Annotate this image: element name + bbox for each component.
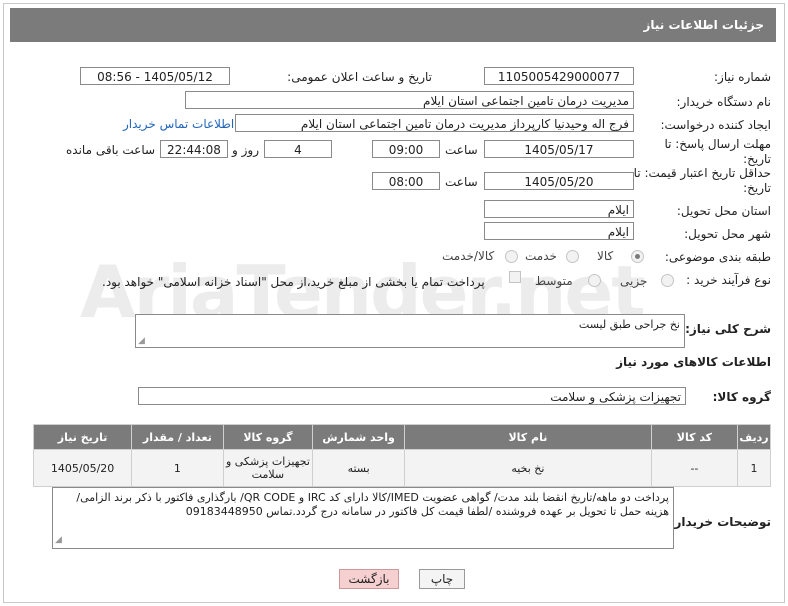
province-field: ایلام: [484, 200, 634, 218]
description-text: نخ جراحی طبق لیست: [578, 318, 680, 331]
reply-time-label: ساعت: [445, 143, 478, 157]
description-label: شرح کلی نیاز:: [685, 322, 771, 336]
goods-group-field: تجهیزات پزشکی و سلامت: [138, 387, 686, 405]
buyer-notes-text: پرداخت دو ماهه/تاریخ انقضا بلند مدت/ گوا…: [76, 491, 669, 518]
need-number-label: شماره نیاز:: [714, 70, 771, 84]
col-header-group: گروه کالا: [222, 424, 314, 450]
category-goods-service-label: کالا/خدمت: [442, 249, 495, 263]
days-label: روز و: [232, 143, 259, 157]
cell-row-number: 1: [737, 449, 771, 487]
announce-label: تاریخ و ساعت اعلان عمومی:: [287, 70, 432, 84]
creator-label: ایجاد کننده درخواست:: [660, 118, 771, 132]
goods-group-label: گروه کالا:: [712, 390, 771, 404]
buyer-org-label: نام دستگاه خریدار:: [676, 95, 772, 109]
city-field: ایلام: [484, 222, 634, 240]
col-header-name: نام کالا: [404, 424, 652, 450]
process-label: نوع فرآیند خرید :: [686, 273, 771, 287]
days-remaining-field: 4: [264, 140, 332, 158]
items-table: ردیف کد کالا نام کالا واحد شمارش گروه کا…: [32, 424, 771, 487]
col-header-date: تاریخ نیاز: [32, 424, 133, 450]
page-title: جزئیات اطلاعات نیاز: [643, 18, 764, 32]
need-number-field: 1105005429000077: [484, 67, 634, 85]
resize-grip-icon: ◢: [138, 336, 145, 346]
cell-quantity: 1: [131, 449, 224, 487]
category-service-radio[interactable]: [566, 250, 579, 263]
page-header: جزئیات اطلاعات نیاز: [10, 8, 776, 42]
cell-item-code: --: [650, 449, 739, 487]
buyer-org-field: مدیریت درمان تامین اجتماعی استان ایلام: [185, 91, 634, 109]
time-remaining-field: 22:44:08: [160, 140, 228, 158]
reply-time-field: 09:00: [372, 140, 440, 158]
resize-grip-icon: ◢: [55, 535, 62, 545]
cell-item-name: نخ بخیه: [404, 449, 652, 487]
category-label: طبقه بندی موضوعی:: [664, 250, 771, 264]
category-goods-radio[interactable]: [631, 250, 644, 263]
cell-unit: بسته: [312, 449, 405, 487]
city-label: شهر محل تحویل:: [684, 227, 771, 241]
reply-deadline-label: مهلت ارسال پاسخ: تا تاریخ:: [664, 137, 771, 166]
buyer-notes-label: توضیحات خریدار:: [669, 515, 771, 529]
treasury-payment-checkbox[interactable]: [509, 271, 521, 283]
col-header-row: ردیف: [737, 424, 771, 450]
category-service-label: خدمت: [525, 249, 557, 263]
category-goods-label: کالا: [597, 249, 614, 263]
col-header-qty: تعداد / مقدار: [131, 424, 224, 450]
cell-group: تجهیزات پزشکی و سلامت: [222, 449, 314, 487]
contact-info-link[interactable]: اطلاعات تماس خریدار: [123, 117, 234, 131]
creator-field: فرج اله وحیدنیا کارپرداز مدیریت درمان تا…: [235, 114, 634, 132]
category-goods-service-radio[interactable]: [505, 250, 518, 263]
process-medium-label: متوسط: [535, 274, 573, 288]
province-label: استان محل تحویل:: [676, 204, 771, 218]
price-time-field: 08:00: [372, 172, 440, 190]
time-remaining-label: ساعت باقی مانده: [66, 143, 156, 157]
table-header-row: ردیف کد کالا نام کالا واحد شمارش گروه کا…: [32, 424, 771, 450]
price-validity-label: حداقل تاریخ اعتبار قیمت: تا تاریخ:: [633, 166, 771, 195]
table-row: 1 -- نخ بخیه بسته تجهیزات پزشکی و سلامت …: [32, 449, 771, 487]
print-button[interactable]: چاپ: [419, 569, 465, 589]
col-header-unit: واحد شمارش: [312, 424, 405, 450]
process-medium-radio[interactable]: [588, 274, 601, 287]
process-minor-radio[interactable]: [661, 274, 674, 287]
reply-date-field: 1405/05/17: [484, 140, 634, 158]
buyer-notes-field: پرداخت دو ماهه/تاریخ انقضا بلند مدت/ گوا…: [52, 487, 674, 549]
treasury-payment-note: پرداخت تمام یا بخشی از مبلغ خرید،از محل …: [102, 275, 485, 289]
announce-field: 1405/05/12 - 08:56: [80, 67, 230, 85]
description-field: نخ جراحی طبق لیست ◢: [135, 314, 685, 348]
col-header-code: کد کالا: [650, 424, 739, 450]
goods-info-title: اطلاعات کالاهای مورد نیاز: [616, 355, 771, 369]
price-date-field: 1405/05/20: [484, 172, 634, 190]
back-button[interactable]: بازگشت: [339, 569, 399, 589]
cell-need-date: 1405/05/20: [32, 449, 133, 487]
process-minor-label: جزیی: [620, 274, 648, 288]
price-time-label: ساعت: [445, 175, 478, 189]
